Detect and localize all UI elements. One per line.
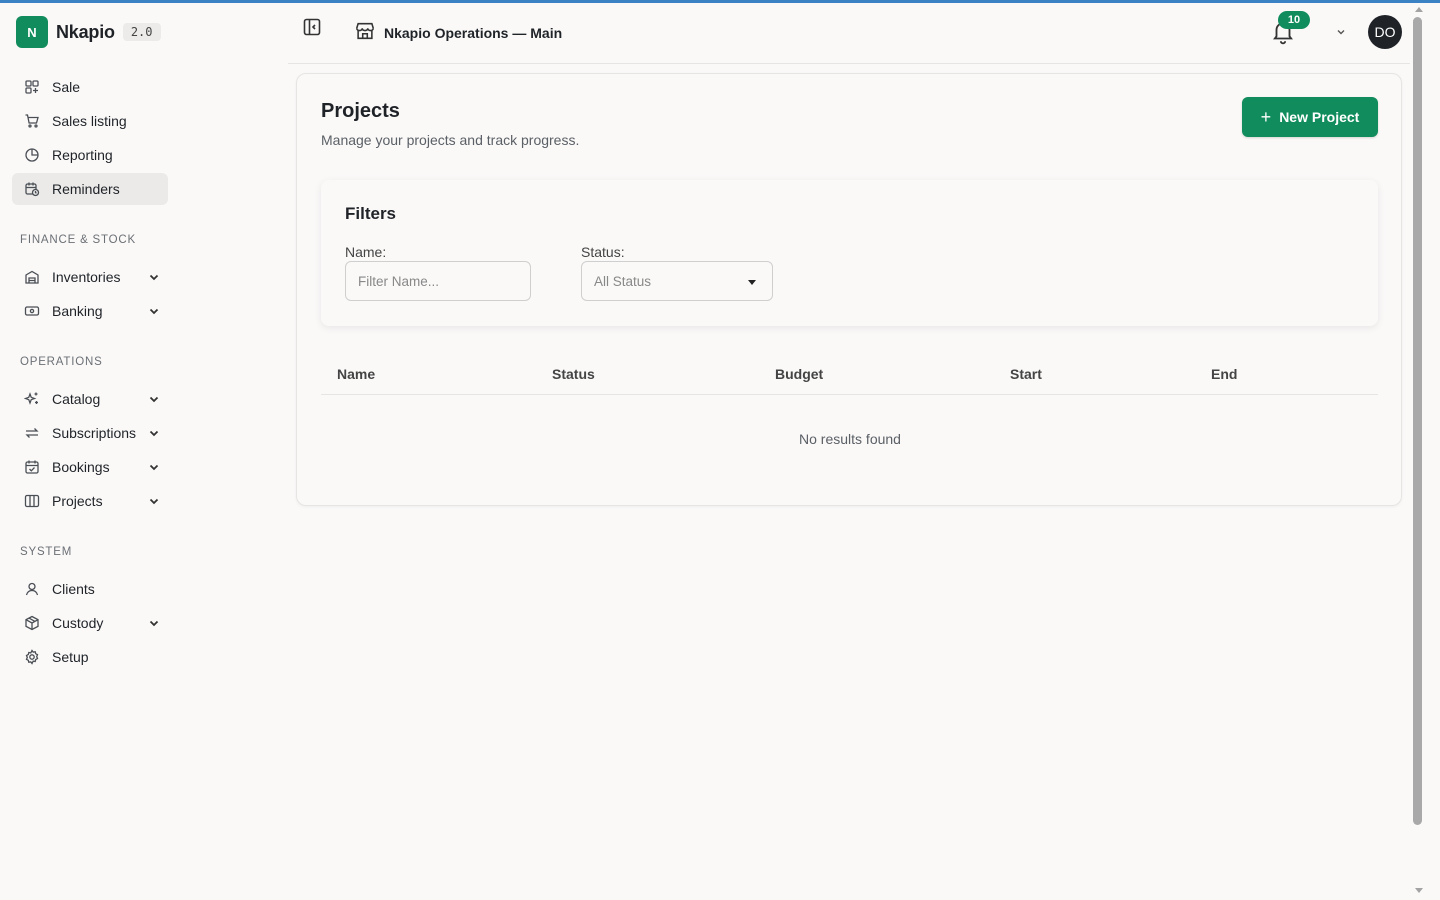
status-filter-label: Status: [581,244,625,260]
sidebar-item-label: Clients [52,581,95,597]
brand[interactable]: N Nkapio 2.0 [16,16,161,48]
sidebar-item-label: Inventories [52,269,121,285]
sidebar-item-reporting[interactable]: Reporting [12,139,168,171]
page-scrollbar[interactable] [1410,3,1428,900]
new-project-label: New Project [1279,109,1360,125]
sidebar-item-label: Reminders [52,181,120,197]
nav-system-group: Clients Custody Setup [12,573,168,675]
chevron-down-icon[interactable] [148,461,160,473]
caret-down-icon [748,280,756,285]
chevron-down-icon[interactable] [148,495,160,507]
sidebar-item-subscriptions[interactable]: Subscriptions [12,417,168,449]
repeat-icon [24,425,40,441]
sidebar-item-label: Custody [52,615,104,631]
page-title: Projects [321,100,400,122]
calendar-check-icon [24,459,40,475]
sidebar-item-bookings[interactable]: Bookings [12,451,168,483]
warehouse-icon [24,269,40,285]
chevron-down-icon[interactable] [148,305,160,317]
chevron-down-icon[interactable] [148,617,160,629]
store-icon [354,20,384,45]
panel-left-icon [302,17,322,42]
name-filter-input[interactable] [345,261,531,301]
kanban-icon [24,493,40,509]
top-header: Nkapio Operations — Main 10 DO [288,3,1410,64]
chevron-down-icon[interactable] [148,271,160,283]
sidebar-item-custody[interactable]: Custody [12,607,168,639]
layout-grid-plus-icon [24,79,40,95]
chevron-down-icon[interactable] [148,427,160,439]
nav-top-group: Sale Sales listing Reporting Reminders [12,71,168,207]
bell-icon [1270,22,1296,49]
calendar-clock-icon [24,181,40,197]
section-label-system: SYSTEM [20,546,73,558]
empty-state-text: No results found [799,431,901,447]
sidebar-item-reminders[interactable]: Reminders [12,173,168,205]
sidebar-item-label: Bookings [52,459,110,475]
column-header-end[interactable]: End [1211,366,1237,382]
sidebar-item-sales-listing[interactable]: Sales listing [12,105,168,137]
page-subtitle: Manage your projects and track progress. [321,132,580,148]
plus-icon: + [1260,107,1272,127]
section-label-finance: FINANCE & STOCK [20,234,136,246]
status-filter-select[interactable]: All Status [581,261,773,301]
sidebar-item-label: Projects [52,493,103,509]
avatar[interactable]: DO [1368,15,1402,49]
scroll-thumb[interactable] [1413,17,1422,825]
sidebar-item-inventories[interactable]: Inventories [12,261,168,293]
sidebar-item-label: Subscriptions [52,425,137,441]
sidebar-item-sale[interactable]: Sale [12,71,168,103]
sidebar-item-banking[interactable]: Banking [12,295,168,327]
brand-logo: N [16,16,48,48]
section-label-operations: OPERATIONS [20,356,103,368]
package-icon [24,615,40,631]
scroll-up-arrow-icon[interactable] [1415,7,1423,12]
banknote-icon [24,303,40,319]
column-header-start[interactable]: Start [1010,366,1042,382]
chevron-down-icon[interactable] [148,393,160,405]
version-badge: 2.0 [122,23,161,41]
filters-title: Filters [345,204,397,223]
sidebar-item-label: Banking [52,303,103,319]
store-selector[interactable]: Nkapio Operations — Main [354,20,562,45]
projects-table-header: Name Status Budget Start End [321,354,1378,395]
column-header-status[interactable]: Status [552,366,595,382]
user-icon [24,581,40,597]
new-project-button[interactable]: + New Project [1242,97,1378,137]
sparkles-icon [24,391,40,407]
sidebar-item-label: Reporting [52,147,113,163]
notification-count-badge: 10 [1278,11,1310,29]
sidebar-item-label: Catalog [52,391,101,407]
sidebar-item-projects[interactable]: Projects [12,485,168,517]
sidebar-item-setup[interactable]: Setup [12,641,168,673]
sidebar: N Nkapio 2.0 Sale Sales listing Reportin… [0,3,180,900]
sidebar-item-catalog[interactable]: Catalog [12,383,168,415]
gear-icon [24,649,40,665]
sidebar-item-label: Sales listing [52,113,127,129]
nav-operations-group: Catalog Subscriptions Bookings Projects [12,383,168,519]
sidebar-item-clients[interactable]: Clients [12,573,168,605]
projects-card: Projects Manage your projects and track … [296,73,1402,506]
nav-finance-group: Inventories Banking [12,261,168,329]
chevron-down-icon[interactable] [1335,25,1347,37]
pie-chart-icon [24,147,40,163]
column-header-budget[interactable]: Budget [775,366,823,382]
name-filter-label: Name: [345,244,387,260]
cart-icon [24,113,40,129]
sidebar-toggle-button[interactable] [300,17,324,41]
store-name: Nkapio Operations — Main [384,24,563,41]
scroll-down-arrow-icon[interactable] [1415,888,1423,893]
column-header-name[interactable]: Name [337,366,375,382]
filters-panel: Filters Name: Status: All Status [321,180,1378,326]
sidebar-item-label: Sale [52,79,81,95]
status-filter-value: All Status [594,273,652,289]
brand-name: Nkapio [56,21,115,42]
sidebar-item-label: Setup [52,649,89,665]
